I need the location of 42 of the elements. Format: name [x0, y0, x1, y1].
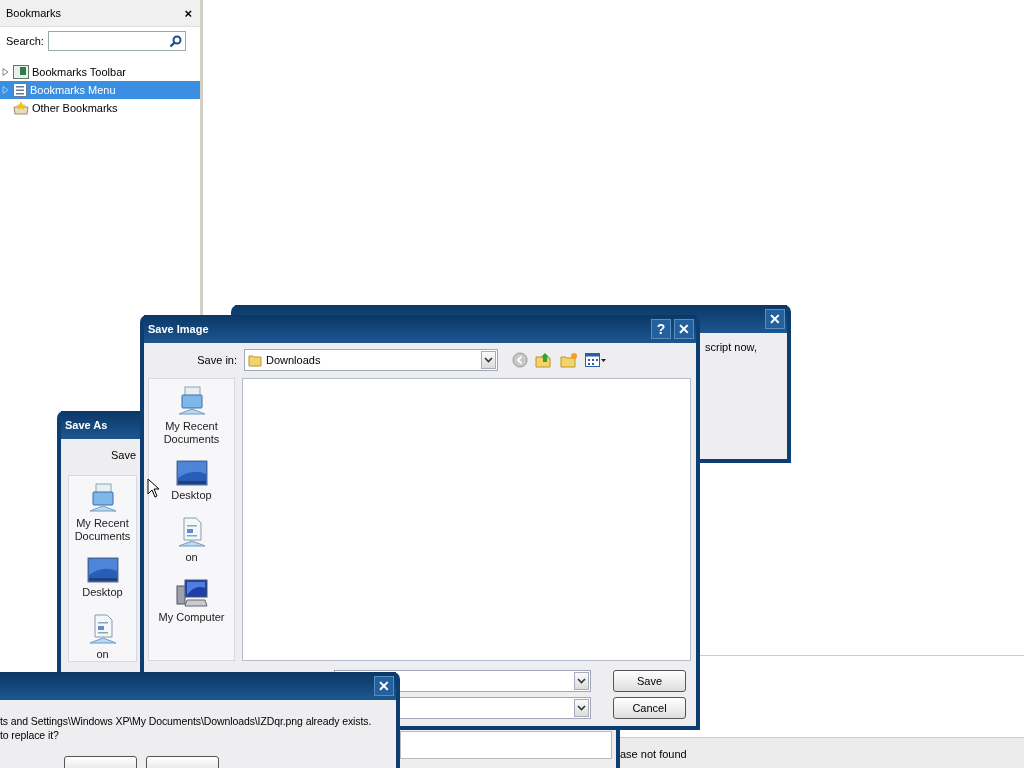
- window-title: Save Image: [148, 323, 209, 335]
- place-label[interactable]: on: [155, 551, 228, 564]
- tree-item-label: Bookmarks Menu: [30, 84, 116, 96]
- sidebar-title: Bookmarks: [6, 7, 62, 19]
- place-label[interactable]: My Recent Documents: [155, 420, 228, 446]
- computer-icon: [174, 578, 209, 608]
- view-menu-icon[interactable]: [585, 353, 607, 367]
- dialog-message: script now,: [705, 341, 757, 353]
- up-folder-icon[interactable]: [535, 352, 553, 368]
- desktop-icon: [86, 557, 119, 583]
- file-name-field[interactable]: [400, 731, 612, 759]
- help-button[interactable]: ?: [651, 319, 671, 339]
- desktop-icon: [175, 460, 208, 486]
- expand-icon[interactable]: [2, 68, 10, 76]
- tree-item[interactable]: Other Bookmarks: [0, 99, 200, 117]
- place-label[interactable]: Desktop: [69, 586, 136, 599]
- dialog-button[interactable]: Save: [613, 670, 686, 692]
- search-icon: [168, 34, 182, 48]
- search-field[interactable]: [47, 31, 186, 51]
- close-button[interactable]: ✕: [374, 676, 394, 696]
- close-button[interactable]: ✕: [674, 319, 694, 339]
- window-title: Save As: [65, 419, 108, 431]
- close-button[interactable]: ×: [184, 5, 192, 21]
- folder-icon: [248, 353, 262, 367]
- tree-item-label: Bookmarks Toolbar: [32, 66, 126, 78]
- dialog-message: to replace it?: [0, 728, 59, 742]
- place-label[interactable]: My Recent Documents: [69, 517, 136, 543]
- search-label: Search:: [6, 35, 44, 47]
- save-in-label: Save in:: [196, 354, 238, 366]
- find-status: ase not found: [620, 747, 687, 760]
- place-label[interactable]: on: [69, 648, 136, 661]
- tree-item-label: Other Bookmarks: [32, 102, 118, 114]
- dialog-message: ts and Settings\Windows XP\My Documents\Downloads\IZDqr.png already exists.: [0, 714, 372, 728]
- save-in-label: Save: [111, 449, 137, 461]
- save-in-dropdown[interactable]: Downloads: [244, 349, 498, 371]
- star-folder-icon: [13, 101, 29, 115]
- bookmarks-menu-icon: [13, 83, 27, 97]
- close-button[interactable]: ✕: [765, 309, 785, 329]
- tree-item[interactable]: Bookmarks Toolbar: [0, 63, 200, 81]
- place-label[interactable]: My Computer: [155, 611, 228, 624]
- dialog-button[interactable]: Cancel: [613, 697, 686, 719]
- bookmarks-toolbar-icon: [13, 65, 29, 79]
